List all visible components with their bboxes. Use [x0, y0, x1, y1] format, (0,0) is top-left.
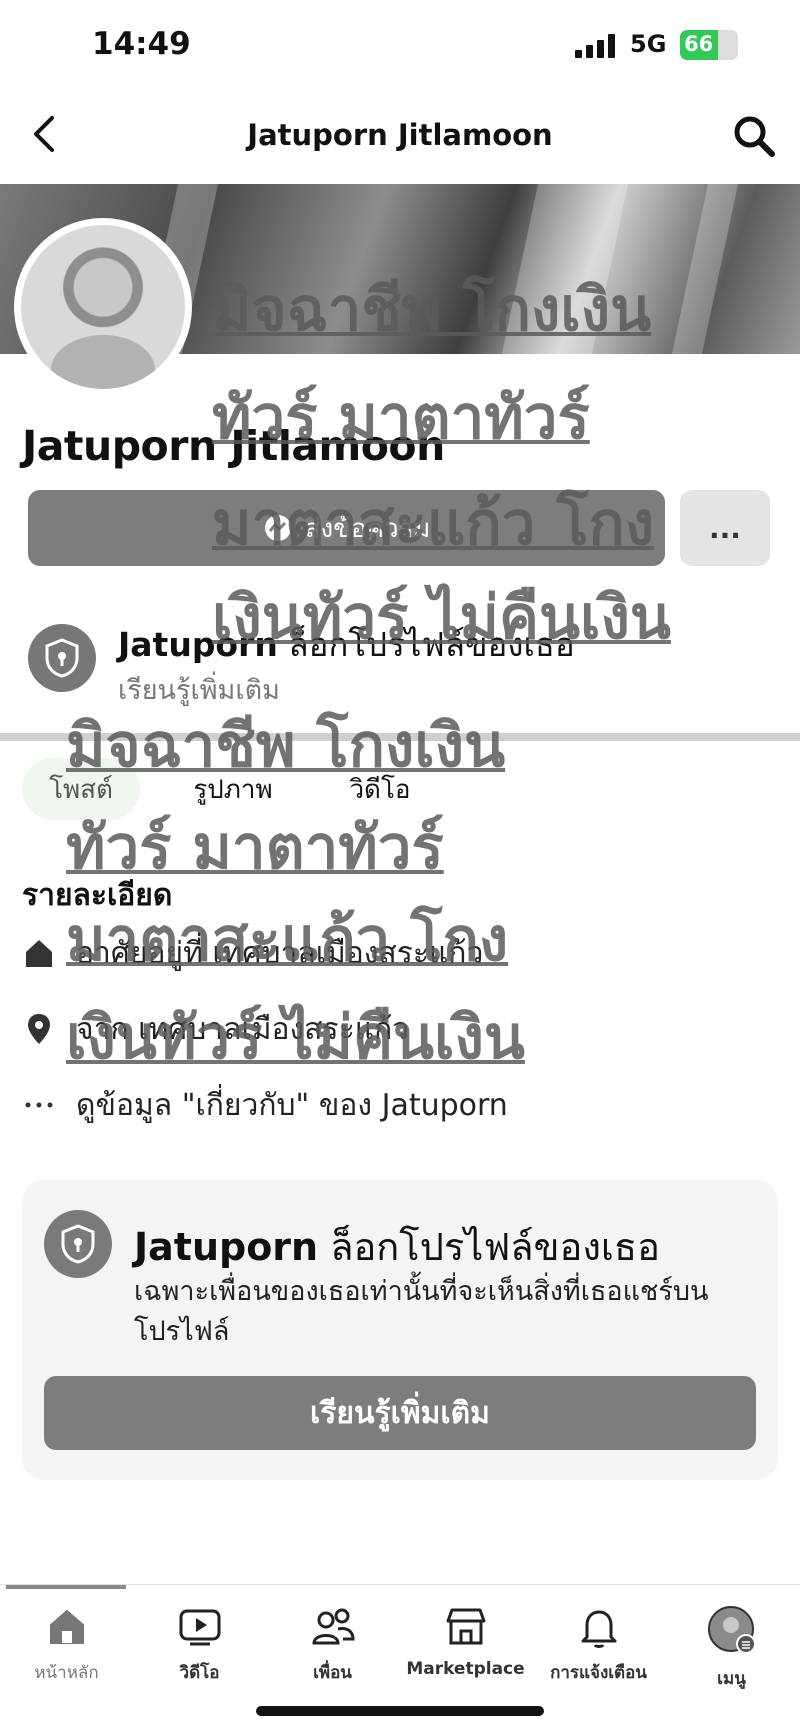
watermark-line: มิจฉาชีพ โกงเงิน: [66, 711, 506, 781]
profile-avatar[interactable]: [14, 218, 192, 396]
marketplace-icon: [446, 1608, 485, 1645]
nav-menu[interactable]: เมนู: [665, 1605, 798, 1692]
battery-text: 66: [684, 32, 714, 56]
signal-icon: [575, 34, 615, 58]
friends-icon: [311, 1608, 355, 1645]
more-options-button[interactable]: ...: [680, 490, 770, 566]
watermark-line: เงินทัวร์ ไม่คืนเงิน: [212, 583, 671, 653]
avatar-photo: [21, 225, 185, 389]
bell-icon: [581, 1610, 616, 1648]
nav-notifications[interactable]: การแจ้งเตือน: [532, 1605, 665, 1686]
header-title: Jatuporn Jitlamoon: [247, 118, 553, 152]
watermark-line: ทัวร์ มาตาทัวร์: [66, 813, 444, 883]
watermark-line: มาตาสะแก้ว โกง: [66, 905, 509, 975]
nav-friends[interactable]: เพื่อน: [266, 1605, 399, 1686]
watermark-line: มิจฉาชีพ โกงเงิน: [212, 275, 652, 345]
watermark-line: เงินทัวร์ ไม่คืนเงิน: [66, 1003, 525, 1073]
card-title: Jatuporn ล็อกโปรไฟล์ของเธอ: [134, 1225, 660, 1269]
video-icon: [179, 1609, 220, 1646]
shield-lock-icon: [44, 1210, 112, 1278]
home-indicator: [256, 1706, 544, 1716]
nav-home[interactable]: หน้าหลัก: [0, 1605, 133, 1686]
home-icon: [26, 940, 52, 967]
locked-profile-card: Jatuporn ล็อกโปรไฟล์ของเธอ เฉพาะเพื่อนขอ…: [22, 1180, 778, 1480]
search-icon[interactable]: [732, 114, 776, 158]
location-pin-icon: [28, 1014, 50, 1044]
more-dots-icon: [25, 1102, 53, 1108]
shield-lock-icon: [28, 624, 96, 692]
learn-more-button[interactable]: เรียนรู้เพิ่มเติม: [44, 1376, 756, 1450]
nav-marketplace[interactable]: Marketplace: [399, 1605, 532, 1679]
card-description: เฉพาะเพื่อนของเธอเท่านั้นที่จะเห็นสิ่งที…: [134, 1276, 709, 1347]
network-type: 5G: [630, 30, 667, 58]
menu-avatar-icon: [707, 1606, 756, 1654]
home-icon: [49, 1610, 84, 1644]
detail-about-link[interactable]: ดูข้อมูล "เกี่ยวกับ" ของ Jatuporn: [22, 1080, 508, 1130]
status-time: 14:49: [92, 26, 191, 62]
active-tab-indicator: [6, 1585, 126, 1589]
battery-icon: 66: [680, 30, 738, 60]
nav-video[interactable]: วิดีโอ: [133, 1605, 266, 1686]
watermark-line: มาตาสะแก้ว โกง: [212, 489, 655, 559]
watermark-line: ทัวร์ มาตาทัวร์: [212, 383, 590, 453]
